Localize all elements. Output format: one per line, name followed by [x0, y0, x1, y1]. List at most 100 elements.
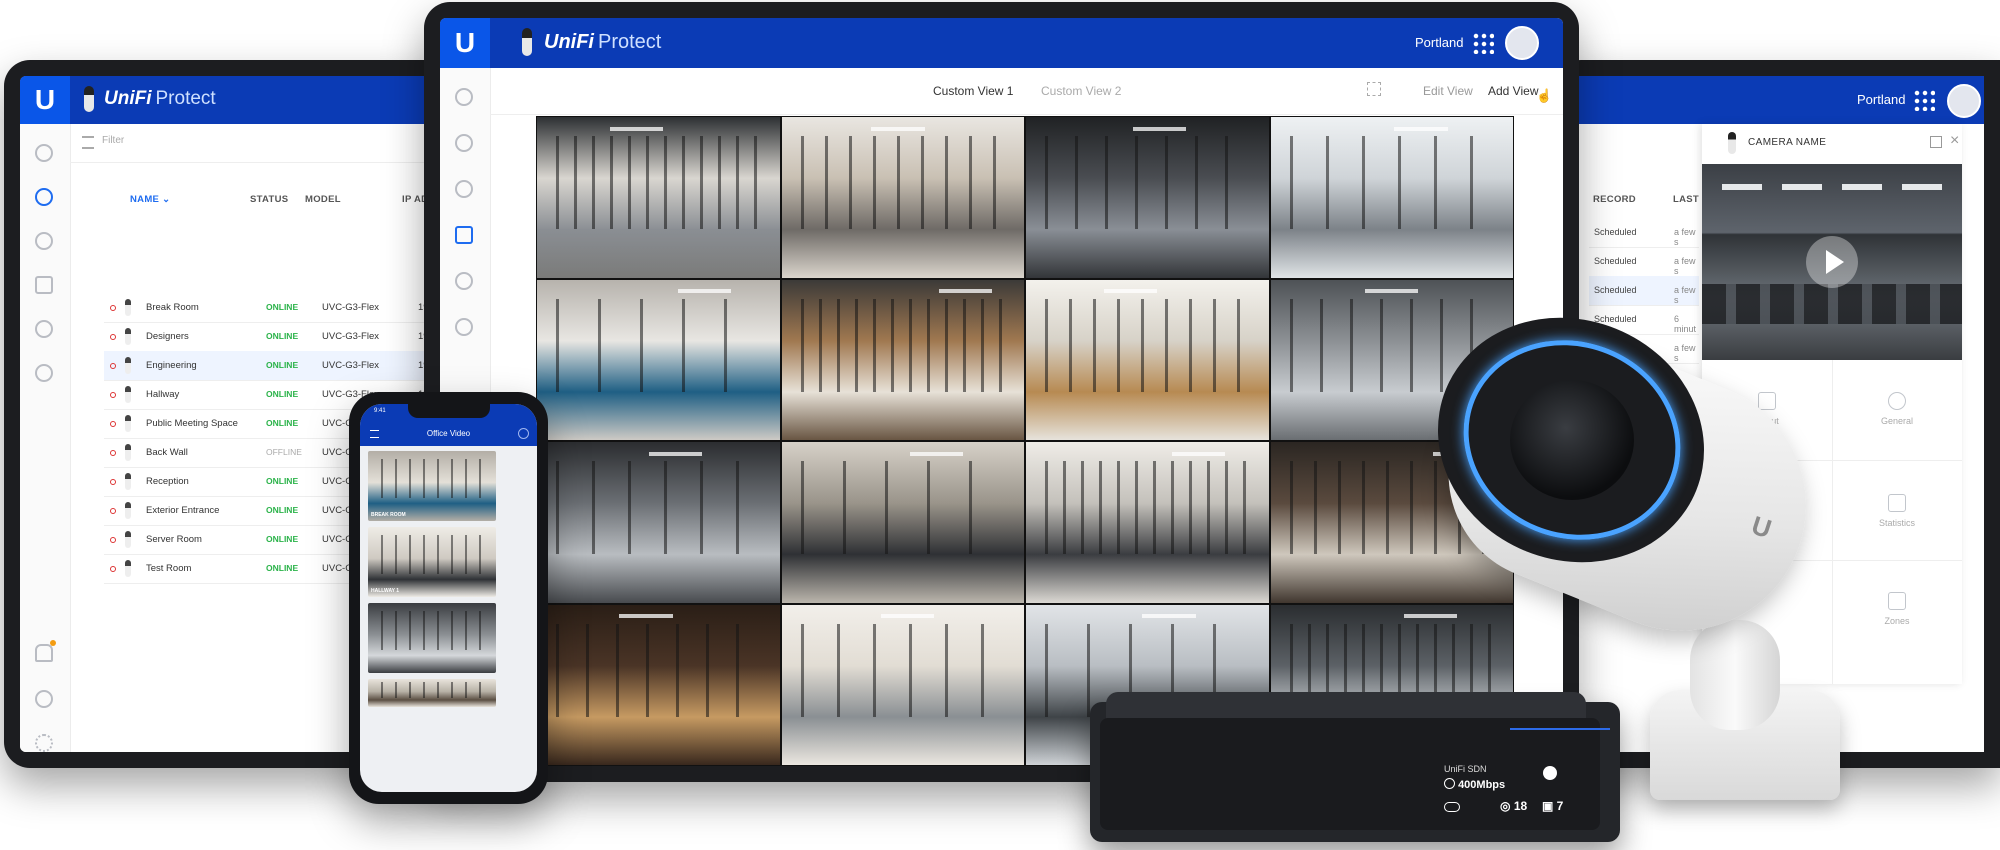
edit-view-button[interactable]: Edit View — [1423, 84, 1473, 98]
camera-feed-tile[interactable] — [537, 117, 780, 278]
column-status[interactable]: STATUS — [250, 194, 288, 205]
chat-icon[interactable] — [35, 690, 53, 708]
camera-icon — [125, 560, 131, 577]
gear-icon[interactable] — [35, 734, 53, 752]
detach-icon[interactable] — [1930, 136, 1942, 148]
unifi-logo-icon[interactable]: U — [440, 18, 490, 68]
bell-icon[interactable] — [35, 644, 53, 662]
floor — [1026, 554, 1269, 603]
camera-feed-tile[interactable] — [537, 442, 780, 603]
camera-feed-tile[interactable] — [781, 604, 1024, 765]
light-fixture — [939, 289, 993, 294]
phone-camera-tile[interactable]: BREAK ROOM — [368, 451, 496, 521]
statistics-icon[interactable] — [1888, 494, 1906, 512]
column-last[interactable]: LAST — [1673, 194, 1699, 205]
search-icon[interactable] — [455, 318, 473, 336]
zones-icon[interactable] — [1888, 592, 1906, 610]
tab-custom-view-2[interactable]: Custom View 2 — [1041, 84, 1121, 98]
record-indicator-icon — [110, 363, 116, 369]
record-indicator-icon — [110, 305, 116, 311]
filter-icon[interactable] — [82, 136, 94, 149]
camera-icon[interactable] — [455, 226, 473, 244]
camera-icon[interactable] — [35, 276, 53, 294]
status-badge: ONLINE — [266, 302, 299, 312]
window-frames — [800, 623, 1005, 717]
window-frames — [556, 298, 761, 392]
general-icon[interactable] — [1888, 392, 1906, 410]
floor — [1270, 554, 1513, 603]
phone-camera-tile[interactable] — [368, 603, 496, 673]
last-motion: 6 minut — [1674, 314, 1697, 334]
apps-grid-icon[interactable] — [1472, 32, 1494, 54]
camera-feed-tile[interactable] — [781, 117, 1024, 278]
column-name[interactable]: NAME ⌄ — [130, 194, 170, 205]
panel-divider-v — [1832, 360, 1833, 684]
apps-grid-icon[interactable] — [1913, 89, 1935, 111]
table-row[interactable]: EngineeringONLINEUVC-G3-Flex192.16 — [104, 351, 464, 381]
camera-feed-tile[interactable] — [781, 279, 1024, 440]
shield-icon[interactable] — [35, 144, 53, 162]
column-model[interactable]: MODEL — [305, 194, 341, 205]
table-row[interactable]: Scheduled a few s — [1589, 247, 1699, 277]
unifi-logo-icon[interactable]: U — [20, 76, 70, 124]
location-label[interactable]: Portland — [1415, 35, 1463, 50]
power-button[interactable] — [1543, 766, 1557, 780]
statistics-label[interactable]: Statistics — [1857, 518, 1937, 528]
tab-underline — [490, 114, 1563, 115]
play-icon[interactable] — [455, 272, 473, 290]
phone-camera-tile[interactable]: HALLWAY 1 — [368, 527, 496, 597]
add-view-button[interactable]: Add View — [1488, 84, 1538, 98]
table-row[interactable]: Scheduled a few s — [1589, 218, 1699, 248]
table-row[interactable]: Scheduled a few s — [1589, 276, 1699, 306]
phone-camera-tile[interactable] — [368, 679, 496, 707]
map-pin-icon[interactable] — [35, 232, 53, 250]
record-mode: Scheduled — [1594, 227, 1637, 237]
camera-icon — [125, 357, 131, 374]
status-badge: ONLINE — [266, 563, 299, 573]
column-record[interactable]: RECORD — [1593, 194, 1636, 205]
camera-feed-tile[interactable] — [537, 279, 780, 440]
camera-feed-tile[interactable] — [781, 442, 1024, 603]
devices-icon[interactable] — [455, 134, 473, 152]
fullscreen-icon[interactable] — [1367, 82, 1381, 96]
about-icon[interactable] — [1758, 392, 1776, 410]
record-indicator-icon — [110, 334, 116, 340]
led-strip — [1510, 728, 1610, 730]
play-icon — [1826, 250, 1844, 274]
location-label[interactable]: Portland — [1857, 92, 1905, 107]
map-pin-icon[interactable] — [455, 180, 473, 198]
table-row[interactable]: DesignersONLINEUVC-G3-Flex192.16 — [104, 322, 464, 352]
table-row[interactable]: Break RoomONLINEUVC-G3-Flex192.16 — [104, 293, 464, 323]
camera-feed-tile[interactable] — [1026, 117, 1269, 278]
search-icon[interactable] — [35, 364, 53, 382]
floor — [1026, 229, 1269, 278]
close-icon[interactable]: × — [1950, 132, 1959, 150]
user-avatar[interactable] — [1505, 26, 1539, 60]
camera-feed-tile[interactable] — [1026, 442, 1269, 603]
camera-feed-tile[interactable] — [1026, 279, 1269, 440]
zones-label[interactable]: Zones — [1857, 616, 1937, 626]
devices-icon[interactable] — [35, 188, 53, 206]
light-fixture — [1132, 126, 1187, 131]
camera-icon — [125, 386, 131, 403]
status-badge: ONLINE — [266, 534, 299, 544]
camera-preview[interactable] — [1702, 164, 1962, 360]
general-label[interactable]: General — [1857, 416, 1937, 426]
last-motion: a few s — [1674, 227, 1696, 247]
status-badge: ONLINE — [266, 331, 299, 341]
floor — [1270, 229, 1513, 278]
play-icon[interactable] — [35, 320, 53, 338]
light-fixture — [871, 126, 925, 131]
user-avatar[interactable] — [1947, 84, 1981, 118]
camera-feed-tile[interactable] — [537, 604, 780, 765]
shield-icon[interactable] — [455, 88, 473, 106]
filter-input[interactable]: Filter — [102, 135, 124, 146]
center-tablet: U UniFi Protect Portland Custom View 1 Cu… — [424, 2, 1579, 782]
tab-custom-view-1[interactable]: Custom View 1 — [933, 84, 1013, 98]
floor — [781, 554, 1024, 603]
camera-feed-tile[interactable] — [1270, 117, 1513, 278]
record-indicator-icon — [110, 392, 116, 398]
settings-icon[interactable] — [518, 428, 529, 439]
app-title: UniFi Protect — [104, 88, 216, 109]
camera-icon — [125, 328, 131, 345]
